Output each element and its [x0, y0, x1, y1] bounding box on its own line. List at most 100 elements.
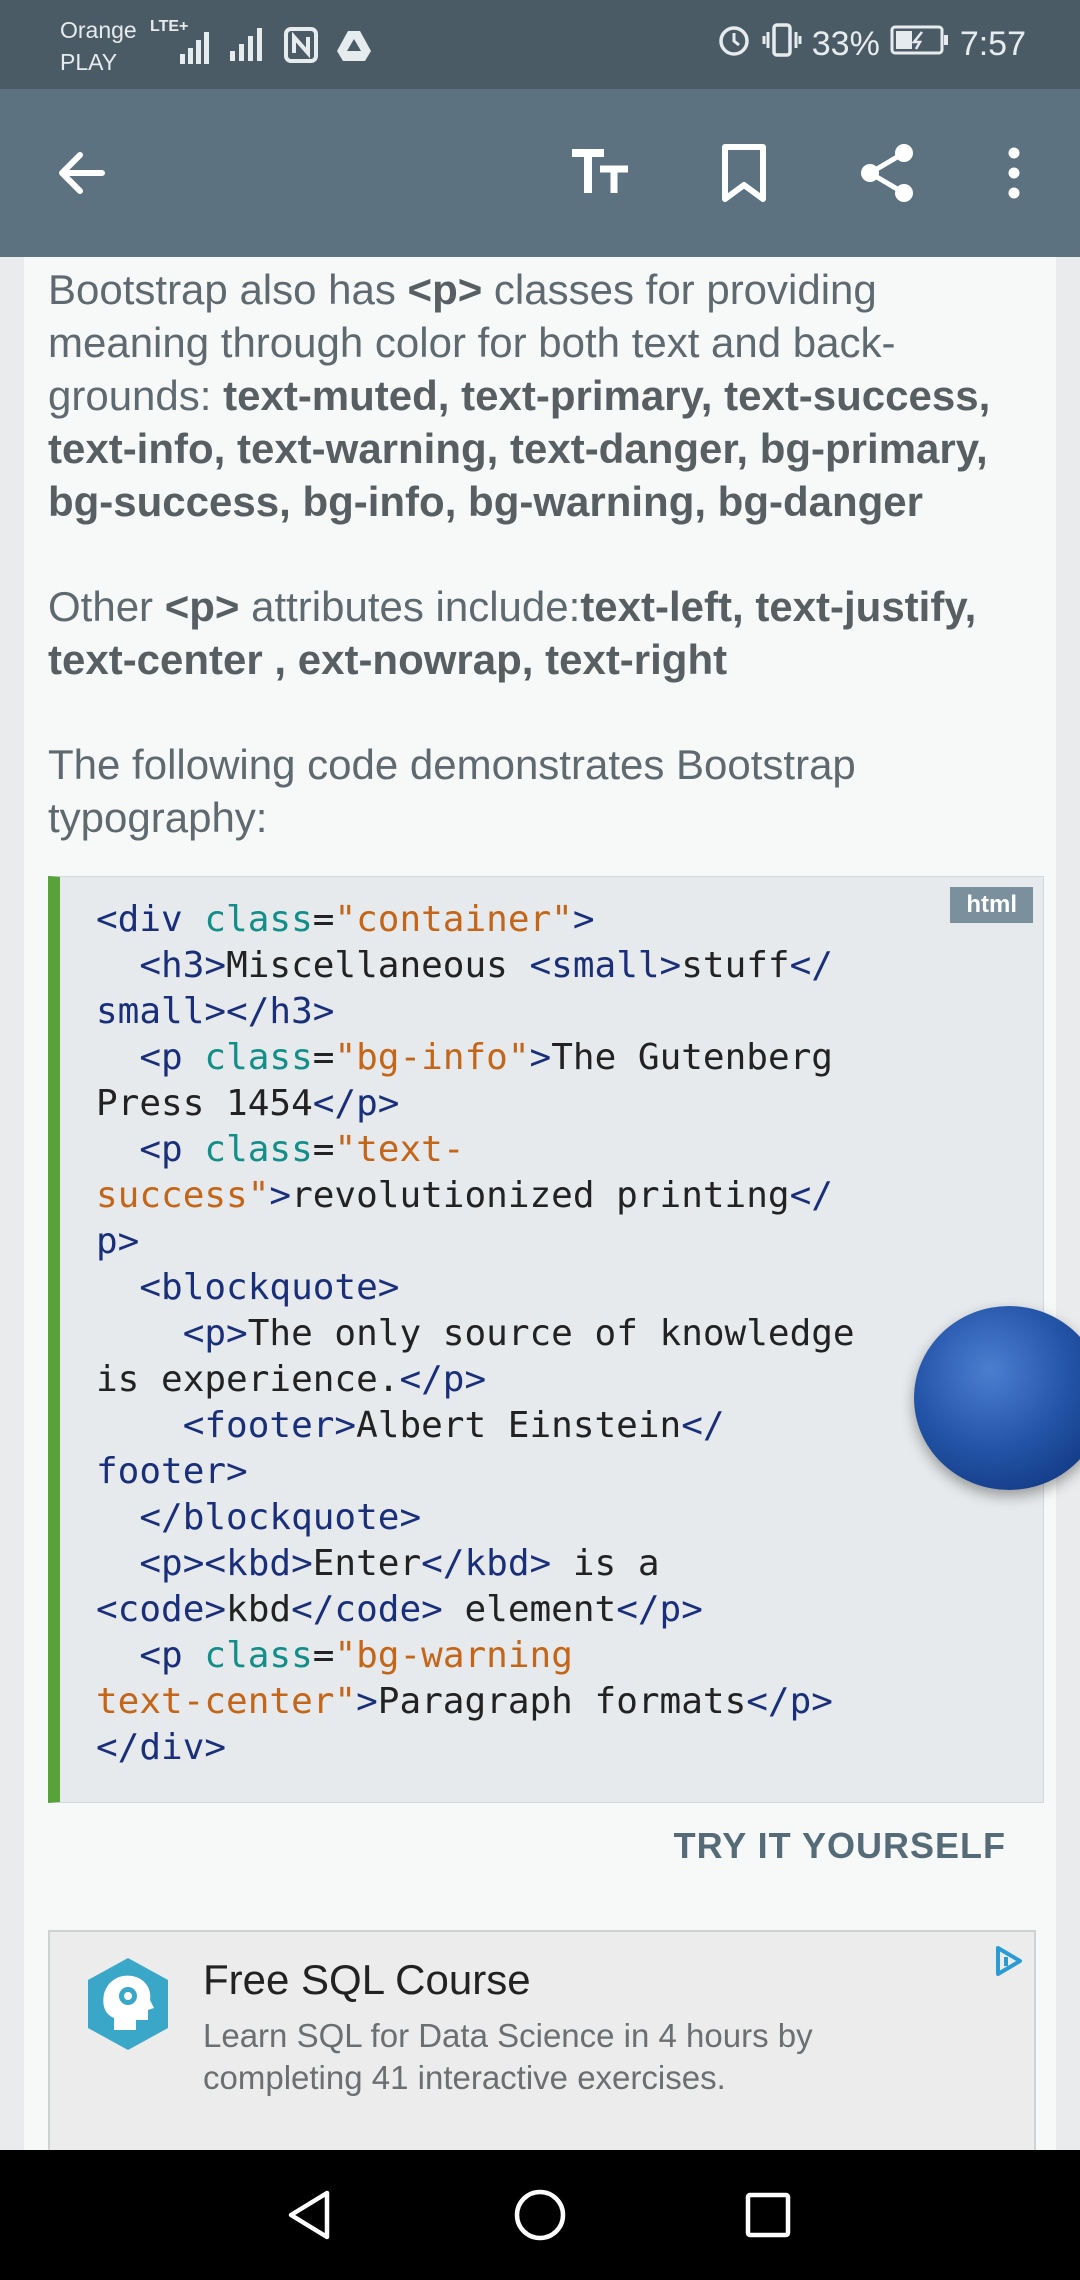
app-toolbar — [0, 89, 1080, 257]
bookmark-icon[interactable] — [708, 137, 780, 209]
try-it-yourself-button[interactable]: TRY IT YOURSELF — [674, 1825, 1006, 1867]
code-token: "bg-warning — [334, 1635, 573, 1676]
code-token: "container" — [334, 899, 573, 940]
code-line: <p class="bg-info">The Gutenberg — [96, 1035, 855, 1081]
status-bar: Orange PLAY LTE+ 33% 7:57 — [0, 0, 1080, 89]
battery-percent: 33% — [811, 25, 880, 63]
code-token: The Gutenberg — [551, 1037, 833, 1078]
code-token: The only source of knowledge — [247, 1313, 855, 1354]
head-gear-icon — [84, 1956, 172, 2052]
code-token: = — [312, 899, 335, 940]
code-token: </kbd> — [421, 1543, 552, 1584]
ad-title: Free SQL Course — [203, 1956, 531, 2003]
lesson-content: Bootstrap also has <p> classes for provi… — [24, 257, 1056, 2150]
code-token: <p — [139, 1129, 205, 1170]
code-token: = — [312, 1129, 335, 1170]
more-vertical-icon[interactable] — [978, 137, 1050, 209]
code-line: <blockquote> — [96, 1265, 855, 1311]
code-line: <footer>Albert Einstein</ — [96, 1403, 855, 1449]
code-token: Paragraph formats — [377, 1681, 747, 1722]
code-token: class — [204, 1037, 313, 1078]
code-token: <p><kbd> — [139, 1543, 313, 1584]
lte-signal-icon: LTE+ — [150, 18, 210, 68]
code-token: <footer> — [182, 1405, 357, 1446]
code-token: Press 1454 — [96, 1083, 313, 1124]
code-token: is a — [551, 1543, 660, 1584]
battery-icon — [890, 24, 950, 65]
code-line: </div> — [96, 1725, 855, 1771]
nav-home-icon[interactable] — [503, 2178, 577, 2252]
code-token: "text- — [334, 1129, 465, 1170]
code-line: success">revolutionized printing</ — [96, 1173, 855, 1219]
paragraph-color-classes: Bootstrap also has <p> classes for provi… — [48, 263, 1038, 528]
code-line: footer> — [96, 1449, 855, 1495]
code-token: text-center" — [96, 1681, 357, 1722]
code-token: kbd — [226, 1589, 292, 1630]
code-token: Enter — [312, 1543, 422, 1584]
code-line: <h3>Miscellaneous <small>stuff</ — [96, 943, 855, 989]
code-line: <div class="container"> — [96, 897, 855, 943]
paragraph-text: attributes include: — [239, 583, 581, 630]
code-line: small></h3> — [96, 989, 855, 1035]
code-token: <p — [139, 1635, 205, 1676]
vibrate-icon — [762, 22, 802, 67]
text-size-icon[interactable] — [564, 137, 636, 209]
code-token: > — [529, 1037, 552, 1078]
ad-description: Learn SQL for Data Science in 4 hours by… — [203, 2017, 813, 2096]
paragraph-bold: <p> — [164, 583, 240, 630]
code-token: = — [312, 1037, 335, 1078]
code-token: <p — [139, 1037, 205, 1078]
code-line: <code>kbd</code> element</p> — [96, 1587, 855, 1633]
share-icon[interactable] — [852, 137, 924, 209]
code-token: </p> — [746, 1681, 833, 1722]
ad-banner[interactable]: Free SQL Course Learn SQL for Data Scien… — [48, 1930, 1036, 2150]
nav-back-icon[interactable] — [272, 2178, 346, 2252]
ad-choices-icon[interactable] — [990, 1944, 1024, 1978]
code-line: text-center">Paragraph formats</p> — [96, 1679, 855, 1725]
code-token: class — [204, 1635, 313, 1676]
code-token: </code> — [291, 1589, 443, 1630]
code-token: </ — [681, 1405, 725, 1446]
paragraph-bold: <p> — [407, 266, 483, 313]
status-icons-right: 33% 7:57 — [716, 22, 1026, 67]
code-line: p> — [96, 1219, 855, 1265]
code-token: </ — [789, 945, 833, 986]
code-token: <div — [96, 899, 205, 940]
code-token: p> — [96, 1221, 140, 1262]
code-content: <div class="container"> <h3>Miscellaneou… — [96, 897, 855, 1771]
code-token: element — [442, 1589, 617, 1630]
code-token: revolutionized printing — [291, 1175, 790, 1216]
code-line: Press 1454</p> — [96, 1081, 855, 1127]
drive-icon — [336, 29, 372, 68]
code-token: </p> — [399, 1359, 487, 1400]
code-line: is experience.</p> — [96, 1357, 855, 1403]
code-language-badge: html — [950, 887, 1033, 923]
code-line: <p>The only source of knowledge — [96, 1311, 855, 1357]
alarm-icon — [716, 22, 752, 67]
code-token: </p> — [312, 1083, 400, 1124]
code-token: > — [572, 899, 595, 940]
code-token: <blockquote> — [139, 1267, 400, 1308]
code-token: success" — [96, 1175, 270, 1216]
code-token: Albert Einstein — [356, 1405, 682, 1446]
paragraph-attributes: Other <p> attributes include:text-left, … — [48, 580, 1038, 686]
status-icons-left: LTE+ — [150, 18, 372, 68]
code-token: class — [204, 1129, 313, 1170]
code-token: > — [269, 1175, 292, 1216]
carrier-label: Orange PLAY — [60, 14, 137, 78]
nav-recents-icon[interactable] — [731, 2178, 805, 2252]
clock: 7:57 — [959, 25, 1026, 63]
code-line: </blockquote> — [96, 1495, 855, 1541]
back-arrow-icon[interactable] — [46, 137, 118, 209]
code-token: is experience. — [96, 1359, 400, 1400]
carrier-name: Orange — [60, 17, 137, 43]
